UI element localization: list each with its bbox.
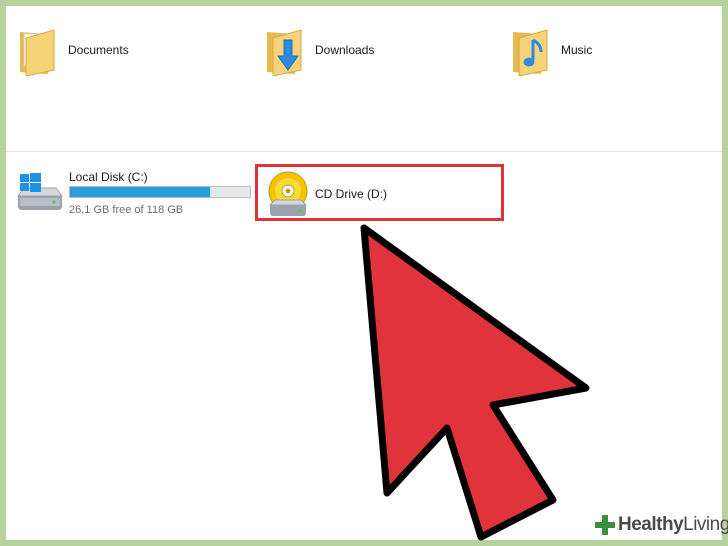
arrow-cursor-icon — [360, 224, 590, 541]
watermark-brand: Healthy — [618, 514, 684, 535]
watermark-text: HealthyLiving — [618, 514, 728, 536]
watermark: HealthyLiving — [588, 510, 728, 540]
plus-logo-icon — [595, 515, 615, 535]
watermark-suffix: Living — [683, 514, 728, 535]
